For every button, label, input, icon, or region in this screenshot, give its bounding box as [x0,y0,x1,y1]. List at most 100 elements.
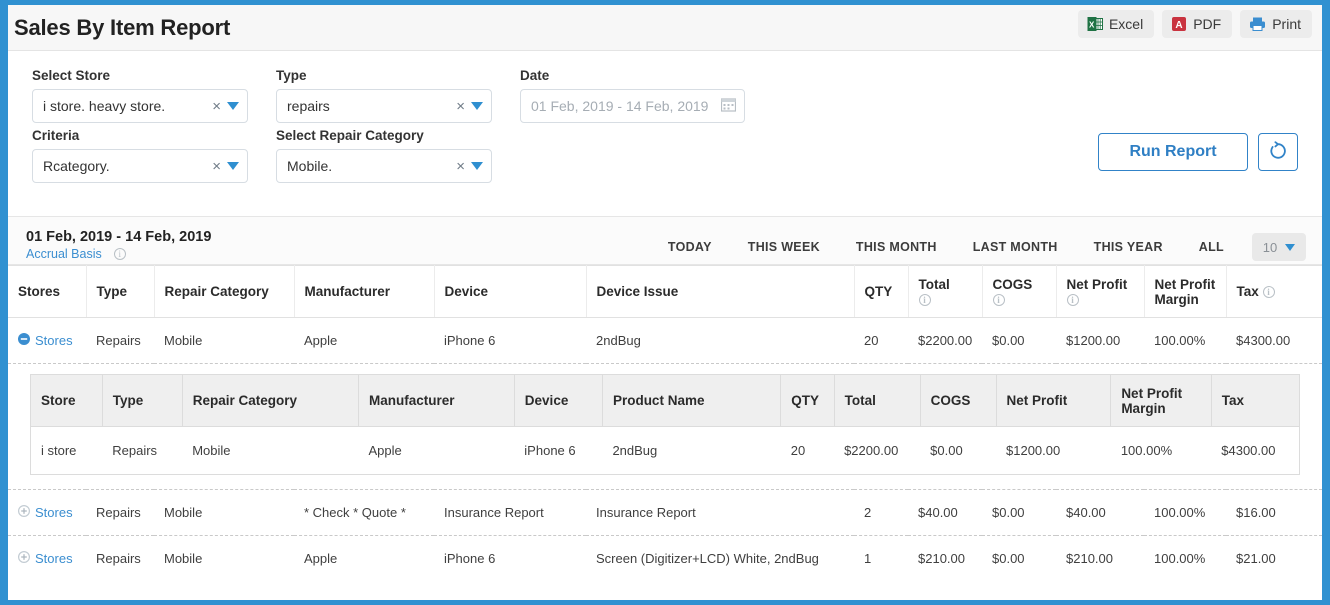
col-device[interactable]: Device [434,265,587,318]
excel-icon: X [1087,16,1103,32]
criteria-label: Criteria [32,128,80,143]
select-store-dropdown[interactable]: i store. heavy store. × [32,89,248,123]
ncell-total: $2200.00 [834,426,921,475]
filter-date: Date 01 Feb, 2019 - 14 Feb, 2019 [520,63,745,123]
date-range-placeholder: 01 Feb, 2019 - 14 Feb, 2019 [531,98,709,114]
info-icon[interactable]: i [992,293,1005,306]
plus-circle-icon[interactable] [17,504,31,520]
cell-repair-category: Mobile [154,535,294,582]
excel-export-button[interactable]: X Excel [1077,10,1155,38]
refresh-button[interactable] [1258,133,1298,171]
ncell-store: i store [30,426,103,475]
range-tab-today[interactable]: TODAY [650,236,730,258]
cell-stores[interactable]: Stores [8,489,86,536]
filter-type: Type repairs × [276,63,492,123]
type-dropdown[interactable]: repairs × [276,89,492,123]
filter-row-1: Select Store i store. heavy store. × Typ… [32,63,1302,123]
table-row[interactable]: Stores Repairs Mobile * Check * Quote * … [8,489,1322,536]
chevron-down-icon[interactable] [1285,243,1296,251]
svg-text:A: A [1176,20,1183,31]
nested-header-row: Store Type Repair Category Manufacturer … [30,374,1300,427]
col-net-profit-margin[interactable]: Net Profit Margin [1144,265,1227,318]
cell-total: $2200.00 [908,317,982,364]
info-icon[interactable]: i [1262,286,1275,299]
chevron-down-icon[interactable] [227,102,239,110]
range-tab-this-week[interactable]: THIS WEEK [730,236,838,258]
cell-net-profit: $40.00 [1056,489,1144,536]
col-net-profit[interactable]: Net Profit i [1056,265,1145,318]
print-button[interactable]: Print [1240,10,1312,38]
chevron-down-icon[interactable] [471,162,483,170]
excel-export-label: Excel [1108,16,1144,32]
range-tab-all[interactable]: ALL [1181,236,1242,258]
cell-device-issue: Insurance Report [586,489,854,536]
accrual-basis-link[interactable]: Accrual Basis [26,247,102,261]
col-manufacturer[interactable]: Manufacturer [294,265,435,318]
select-store-label: Select Store [32,68,111,83]
ncol-repair-category: Repair Category [182,374,360,427]
page-size-dropdown[interactable]: 10 [1252,233,1306,261]
ncell-manufacturer: Apple [358,426,515,475]
cell-device: iPhone 6 [434,317,586,364]
cell-device-issue: Screen (Digitizer+LCD) White, 2ndBug [586,535,854,582]
stores-link-label: Stores [35,551,73,567]
col-cogs[interactable]: COGS i [982,265,1057,318]
range-tab-this-month[interactable]: THIS MONTH [838,236,955,258]
cell-stores[interactable]: Stores [8,535,86,582]
select-store-clear-icon[interactable]: × [210,99,227,114]
chevron-down-icon[interactable] [227,162,239,170]
plus-circle-icon[interactable] [17,551,31,566]
date-range-field[interactable]: 01 Feb, 2019 - 14 Feb, 2019 [520,89,745,123]
range-tabs: TODAY THIS WEEK THIS MONTH LAST MONTH TH… [650,229,1306,261]
sales-by-item-table: Stores Type Repair Category Manufacturer… [8,265,1322,582]
run-report-button[interactable]: Run Report [1098,133,1248,171]
criteria-dropdown[interactable]: Rcategory. × [32,149,248,183]
pdf-export-button[interactable]: A PDF [1162,10,1233,38]
table-row[interactable]: Stores Repairs Mobile Apple iPhone 6 Scr… [8,535,1322,582]
report-basis: Accrual Basis i [26,247,211,261]
cell-type: Repairs [86,535,154,582]
cell-manufacturer: Apple [294,535,434,582]
range-tab-last-month[interactable]: LAST MONTH [955,236,1076,258]
info-icon[interactable]: i [1066,293,1079,306]
expand-stores-toggle[interactable]: Stores [18,333,73,348]
calendar-icon[interactable] [720,97,737,115]
table-row[interactable]: Stores Repairs Mobile Apple iPhone 6 2nd… [8,317,1322,364]
ncol-manufacturer: Manufacturer [358,374,515,427]
expand-stores-toggle[interactable]: Stores [17,504,73,520]
title-bar: Sales By Item Report X Excel A PDF Print [8,5,1322,51]
col-stores[interactable]: Stores [8,265,87,318]
ncell-net-profit: $1200.00 [996,426,1111,475]
report-section: 01 Feb, 2019 - 14 Feb, 2019 Accrual Basi… [8,217,1322,582]
type-clear-icon[interactable]: × [454,99,471,114]
printer-icon [1249,16,1266,32]
filter-panel: Select Store i store. heavy store. × Typ… [8,51,1322,217]
repair-category-clear-icon[interactable]: × [454,159,471,174]
cell-qty: 20 [854,317,908,364]
criteria-clear-icon[interactable]: × [210,159,227,174]
cell-manufacturer: * Check * Quote * [294,489,434,536]
cell-total: $210.00 [908,535,982,582]
cell-tax: $21.00 [1226,535,1322,582]
cell-cogs: $0.00 [982,489,1056,536]
col-tax[interactable]: Tax i [1226,265,1322,318]
range-tab-this-year[interactable]: THIS YEAR [1076,236,1181,258]
info-icon[interactable]: i [113,248,126,260]
repair-category-dropdown[interactable]: Mobile. × [276,149,492,183]
ncell-repair-category: Mobile [182,426,359,475]
cell-stores[interactable]: Stores [8,317,86,364]
nested-items-table: Store Type Repair Category Manufacturer … [30,374,1300,475]
expand-stores-toggle[interactable]: Stores [17,551,73,567]
col-repair-category[interactable]: Repair Category [154,265,295,318]
chevron-down-icon[interactable] [471,102,483,110]
col-type[interactable]: Type [86,265,155,318]
minus-circle-icon[interactable] [18,333,30,348]
col-qty[interactable]: QTY [854,265,909,318]
cell-device: Insurance Report [434,489,586,536]
info-icon[interactable]: i [918,293,931,306]
col-total[interactable]: Total i [908,265,983,318]
nested-detail-row: Store Type Repair Category Manufacturer … [8,363,1322,490]
cell-repair-category: Mobile [154,317,294,364]
criteria-value: Rcategory. [43,158,110,174]
col-device-issue[interactable]: Device Issue [586,265,855,318]
